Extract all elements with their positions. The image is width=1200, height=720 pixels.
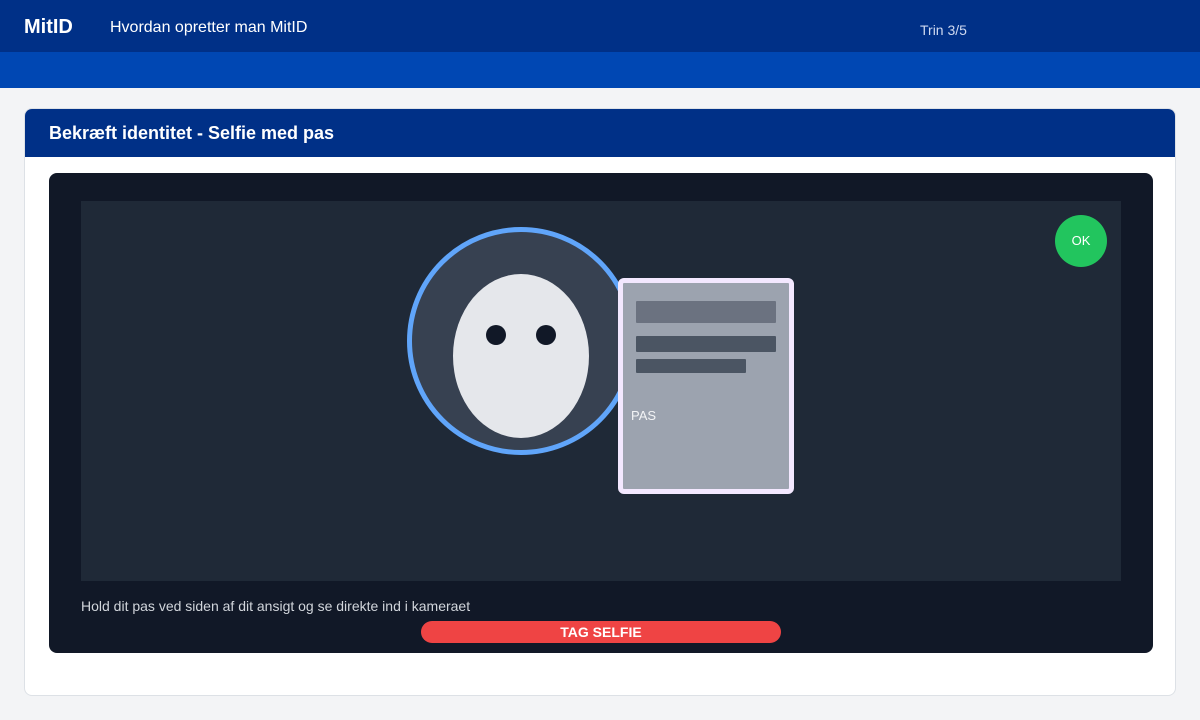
page-title: Hvordan opretter man MitID (110, 19, 308, 36)
camera-viewfinder: PAS OK (81, 201, 1121, 581)
card-title: Bekræft identitet - Selfie med pas (49, 123, 335, 143)
left-eye (486, 325, 506, 345)
passport-line (636, 359, 746, 373)
verification-card: Bekræft identitet - Selfie med pas PAS O… (24, 108, 1176, 696)
card-header: Bekræft identitet - Selfie med pas (25, 109, 1175, 157)
instructions-text: Hold dit pas ved siden af dit ansigt og … (81, 598, 471, 614)
passport-label: PAS (631, 408, 657, 423)
sub-bar (0, 52, 1200, 88)
top-bar: MitID Hvordan opretter man MitID Trin 3/… (0, 0, 1200, 52)
camera-panel: PAS OK Hold dit pas ved siden af dit ans… (49, 173, 1153, 653)
take-selfie-button[interactable]: TAG SELFIE (421, 621, 781, 643)
face-frame (407, 227, 635, 455)
right-eye (536, 325, 556, 345)
face-silhouette-icon (453, 274, 589, 438)
step-indicator: Trin 3/5 (920, 22, 967, 38)
status-badge: OK (1055, 215, 1107, 267)
brand-logo[interactable]: MitID (24, 16, 73, 38)
passport-line (636, 336, 776, 352)
passport-line (636, 301, 776, 323)
passport-icon: PAS (618, 278, 794, 494)
